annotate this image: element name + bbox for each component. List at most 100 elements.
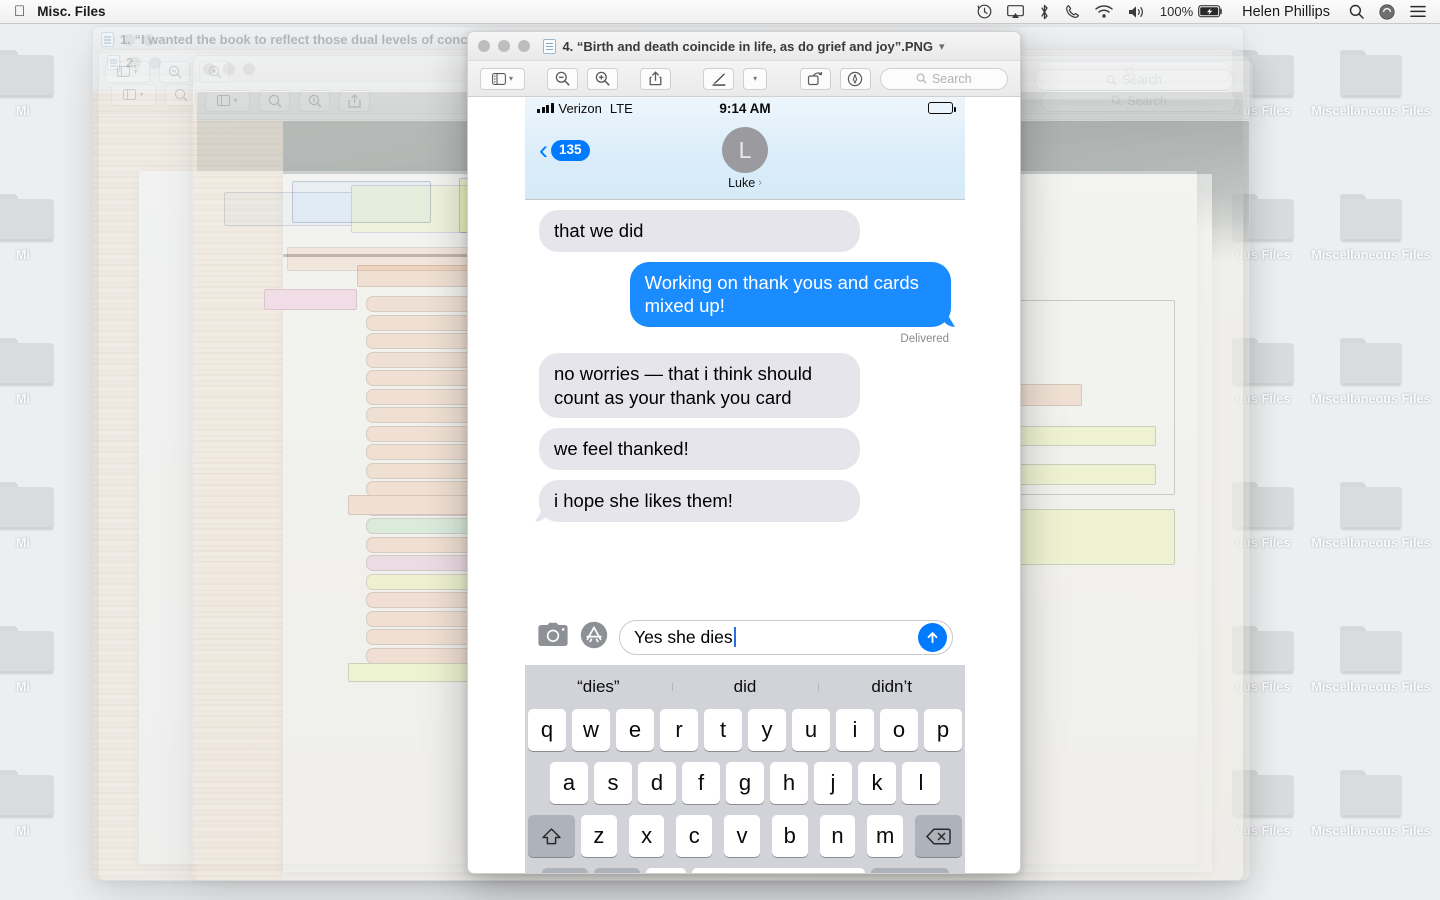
notification-center-icon[interactable] [1410,5,1426,18]
folder-icon[interactable] [1340,50,1402,98]
desktop-folder[interactable]: Miscellaneous Files [1306,194,1436,262]
folder-icon[interactable] [1340,338,1402,386]
rotate-button[interactable] [799,67,831,90]
key-z[interactable]: z [580,815,617,857]
key-t[interactable]: t [704,709,742,751]
close-button[interactable] [103,33,115,46]
close-button[interactable] [109,56,121,69]
zoom-out-button[interactable] [546,67,578,90]
window-controls[interactable] [99,56,161,69]
sidebar-button[interactable]: ▾ [480,67,525,90]
chevron-down-icon[interactable]: ▾ [753,74,757,83]
desktop-folder[interactable]: Miscellaneous Files [1306,50,1436,118]
maximize-button[interactable] [143,33,155,46]
airplay-icon[interactable] [1006,4,1024,19]
shift-key[interactable] [527,815,575,857]
prediction-3[interactable]: didn’t [818,677,965,697]
minimize-button[interactable] [129,56,141,69]
imessage-input-bar[interactable]: Yes she dies [525,609,965,665]
minimize-button[interactable] [498,40,510,52]
maximize-button[interactable] [518,40,530,52]
key-p[interactable]: p [924,709,962,751]
desktop-folder[interactable]: Mi [0,194,88,262]
battery-icon[interactable] [1198,5,1223,18]
keyboard-row-2[interactable]: asdfghjkl [525,762,965,804]
key-v[interactable]: v [724,815,760,857]
key-j[interactable]: j [814,762,852,804]
apple-logo-icon[interactable]:  [14,4,37,19]
active-app-name[interactable]: Misc. Files [37,4,105,19]
key-b[interactable]: b [771,815,808,857]
volume-icon[interactable] [1128,5,1145,19]
key-d[interactable]: d [638,762,676,804]
desktop-folder[interactable]: Miscellaneous Files [1306,482,1436,550]
desktop-folder[interactable]: Mi [0,50,88,118]
desktop-folder[interactable]: Mi [0,338,88,406]
menu-bar-right[interactable]: 100% Helen Phillips [977,4,1440,20]
key-h[interactable]: h [770,762,808,804]
key-l[interactable]: l [902,762,940,804]
search-icon[interactable] [1349,4,1364,19]
key-o[interactable]: o [880,709,918,751]
space-key[interactable]: space [691,868,865,873]
key-q[interactable]: q [528,709,566,751]
backspace-key[interactable] [915,815,963,857]
numbers-key[interactable]: 123 [541,868,588,873]
folder-icon[interactable] [1340,194,1402,242]
zoom-in-button[interactable] [299,89,330,112]
wifi-icon[interactable] [1095,5,1113,18]
key-k[interactable]: k [858,762,896,804]
key-y[interactable]: y [748,709,786,751]
desktop-folder[interactable]: Mi [0,482,88,550]
maximize-button[interactable] [149,56,161,69]
macos-menu-bar[interactable]:  Misc. Files 100% Helen Phillips [0,0,1440,24]
camera-icon[interactable] [537,622,569,653]
incoming-message-bubble[interactable]: i hope she likes them! [539,480,861,522]
chevron-down-icon[interactable]: ▾ [509,74,513,83]
time-machine-icon[interactable] [977,4,992,19]
folder-icon[interactable] [1340,770,1402,818]
finder-toolbar[interactable]: Search [1022,61,1252,99]
message-input-field[interactable]: Yes she dies [619,619,953,655]
minimize-button[interactable] [223,62,235,75]
contact-header[interactable]: L Luke › [525,127,965,190]
preview-window[interactable]: 4. “Birth and death coincide in life, as… [467,31,1021,874]
folder-icon[interactable] [0,338,54,386]
maximize-button[interactable] [243,62,255,75]
preview-toolbar[interactable]: ▾ ▾ Search [468,61,1020,97]
close-button[interactable] [478,40,490,52]
title-chevron-down-icon[interactable]: ▾ [939,40,945,53]
desktop-folder[interactable]: Miscellaneous Files [1306,770,1436,838]
markup-button[interactable] [703,67,735,90]
markup-options-button[interactable]: ▾ [743,67,768,90]
folder-icon[interactable] [1340,482,1402,530]
preview-titlebar[interactable]: 4. “Birth and death coincide in life, as… [468,32,1020,61]
key-f[interactable]: f [682,762,720,804]
folder-icon[interactable] [0,50,54,98]
prediction-2[interactable]: did [671,677,819,697]
key-c[interactable]: c [676,815,713,857]
finder-window[interactable]: Search [1021,60,1253,100]
key-s[interactable]: s [594,762,632,804]
key-r[interactable]: r [660,709,698,751]
desktop-folder[interactable]: Miscellaneous Files [1306,626,1436,694]
incoming-message-bubble[interactable]: that we did [539,210,861,252]
phone-icon[interactable] [1065,4,1080,19]
sidebar-button[interactable]: ▾ [111,83,156,106]
folder-icon[interactable] [0,194,54,242]
app-store-icon[interactable] [579,620,609,655]
return-key[interactable]: return [870,868,949,873]
zoom-in-button[interactable] [586,67,618,90]
key-g[interactable]: g [726,762,764,804]
dictation-key[interactable] [645,868,686,873]
contact-name-row[interactable]: Luke › [728,176,762,190]
folder-icon[interactable] [0,770,54,818]
finder-search-field[interactable]: Search [1034,69,1234,91]
key-a[interactable]: a [550,762,588,804]
keyboard-row-1[interactable]: qwertyuiop [525,709,965,751]
desktop-folder[interactable]: Mi [0,626,88,694]
key-m[interactable]: m [867,815,904,857]
annotate-button[interactable] [839,67,871,90]
folder-icon[interactable] [1340,626,1402,674]
user-name[interactable]: Helen Phillips [1242,4,1330,20]
